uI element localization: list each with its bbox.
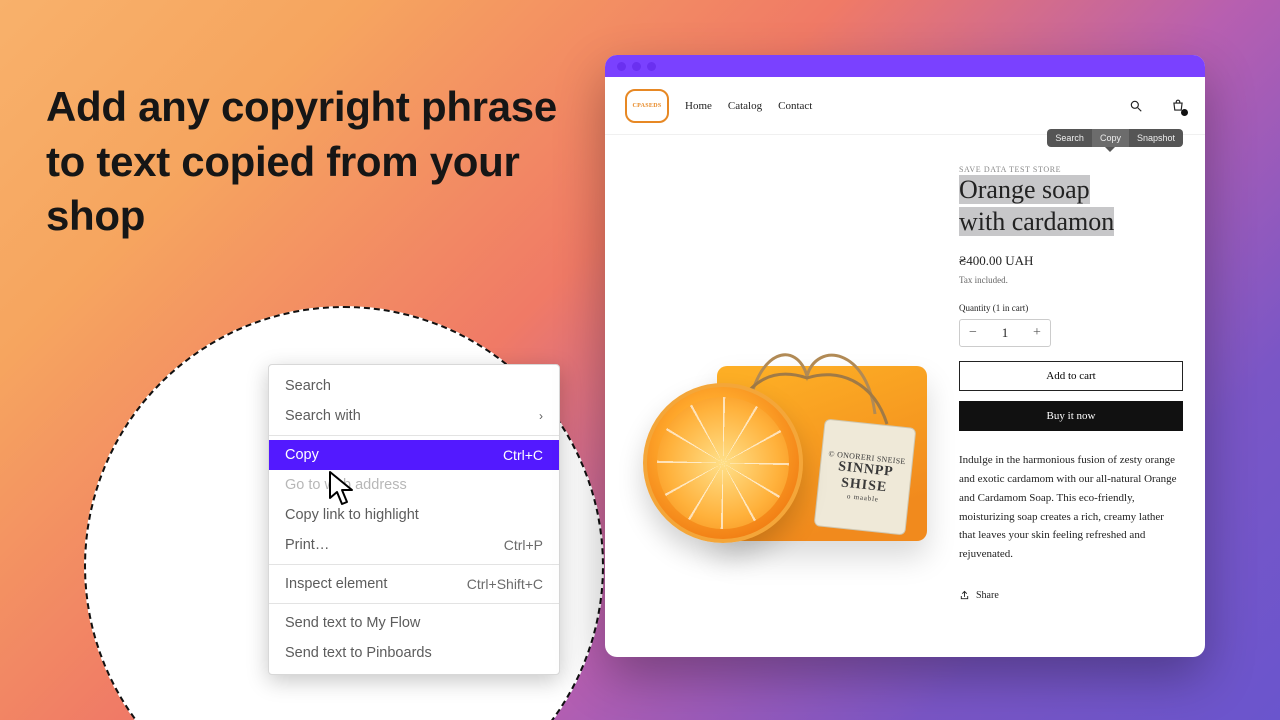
- product-photo: © ONORERI SNEISE SINNPP SHISE o maable: [629, 223, 943, 583]
- ctx-copy-label: Copy: [285, 447, 319, 463]
- nav-contact[interactable]: Contact: [778, 100, 812, 112]
- tax-note: Tax included.: [959, 275, 1183, 285]
- ctx-search-with-label: Search with: [285, 408, 361, 424]
- product-title: Orange soap with cardamon: [959, 174, 1183, 237]
- store-logo[interactable]: CPASEDS: [625, 89, 669, 123]
- headline-text: Add any copyright phrase to text copied …: [46, 80, 566, 244]
- quantity-stepper[interactable]: − 1 +: [959, 319, 1051, 347]
- cursor-icon: [326, 470, 358, 508]
- site-header: CPASEDS Home Catalog Contact: [605, 77, 1205, 135]
- product-image-area: © ONORERI SNEISE SINNPP SHISE o maable: [605, 135, 953, 657]
- share-button[interactable]: Share: [959, 590, 1183, 601]
- ctx-send-pinboards[interactable]: Send text to Pinboards: [269, 638, 559, 668]
- quantity-label: Quantity (1 in cart): [959, 303, 1183, 313]
- ctx-copy-link-highlight[interactable]: Copy link to highlight: [269, 500, 559, 530]
- ctx-copy-link-label: Copy link to highlight: [285, 507, 419, 523]
- ctx-separator: [269, 603, 559, 604]
- ctx-copy-shortcut: Ctrl+C: [503, 447, 543, 463]
- browser-window: CPASEDS Home Catalog Contact: [605, 55, 1205, 657]
- promo-stage: Add any copyright phrase to text copied …: [0, 0, 1280, 720]
- chevron-right-icon: ›: [539, 409, 543, 423]
- product-tag: © ONORERI SNEISE SINNPP SHISE o maable: [814, 418, 917, 535]
- selection-tooltip: Search Copy Snapshot: [1047, 129, 1183, 147]
- ctx-goto-address: Go to web address: [269, 470, 559, 500]
- ctx-print-shortcut: Ctrl+P: [504, 537, 543, 553]
- tooltip-copy[interactable]: Copy: [1092, 129, 1129, 147]
- context-menu: Search Search with › Copy Ctrl+C Go to w…: [268, 364, 560, 675]
- product-price: ₴400.00 UAH: [959, 253, 1183, 269]
- product-description: Indulge in the harmonious fusion of zest…: [959, 451, 1183, 563]
- add-to-cart-button[interactable]: Add to cart: [959, 361, 1183, 391]
- ctx-inspect-shortcut: Ctrl+Shift+C: [467, 576, 543, 592]
- ctx-separator: [269, 564, 559, 565]
- qty-increase-button[interactable]: +: [1024, 320, 1050, 346]
- traffic-light-icon: [617, 62, 626, 71]
- nav-catalog[interactable]: Catalog: [728, 100, 762, 112]
- nav-home[interactable]: Home: [685, 100, 712, 112]
- ctx-inspect-label: Inspect element: [285, 576, 387, 592]
- cart-icon[interactable]: [1171, 99, 1185, 113]
- ctx-search[interactable]: Search: [269, 371, 559, 401]
- ctx-send-flow[interactable]: Send text to My Flow: [269, 608, 559, 638]
- site-body: © ONORERI SNEISE SINNPP SHISE o maable S…: [605, 135, 1205, 657]
- product-info: Search Copy Snapshot SAVE DATA TEST STOR…: [953, 135, 1205, 657]
- vendor-name: SAVE DATA TEST STORE: [959, 165, 1183, 174]
- browser-titlebar: [605, 55, 1205, 77]
- share-label: Share: [976, 590, 999, 601]
- ctx-search-with[interactable]: Search with ›: [269, 401, 559, 431]
- product-title-line2: with cardamon: [959, 207, 1114, 236]
- tooltip-snapshot[interactable]: Snapshot: [1129, 129, 1183, 147]
- ctx-inspect[interactable]: Inspect element Ctrl+Shift+C: [269, 569, 559, 599]
- ctx-print[interactable]: Print… Ctrl+P: [269, 530, 559, 560]
- traffic-light-icon: [647, 62, 656, 71]
- search-icon[interactable]: [1129, 99, 1143, 113]
- qty-value: 1: [1002, 325, 1009, 341]
- ctx-print-label: Print…: [285, 537, 329, 553]
- ctx-copy[interactable]: Copy Ctrl+C: [269, 440, 559, 470]
- ctx-send-pin-label: Send text to Pinboards: [285, 645, 432, 661]
- buy-now-button[interactable]: Buy it now: [959, 401, 1183, 431]
- ctx-separator: [269, 435, 559, 436]
- ctx-search-label: Search: [285, 378, 331, 394]
- share-icon: [959, 590, 970, 601]
- traffic-light-icon: [632, 62, 641, 71]
- qty-decrease-button[interactable]: −: [960, 320, 986, 346]
- tooltip-search[interactable]: Search: [1047, 129, 1092, 147]
- orange-slice-graphic: [643, 383, 803, 543]
- product-title-line1: Orange soap: [959, 175, 1090, 204]
- ctx-send-flow-label: Send text to My Flow: [285, 615, 420, 631]
